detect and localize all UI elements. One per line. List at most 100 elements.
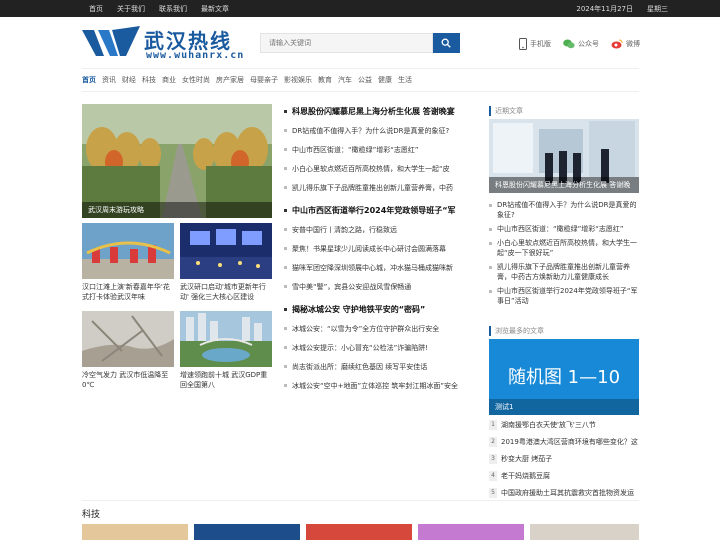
tile-caption-4[interactable]: 增速领跑前十城 武汉GDP重回全国第八 (180, 370, 272, 390)
site-logo[interactable]: 武汉热线 www.wuhanrx.cn (82, 26, 252, 64)
recent-item[interactable]: 中山市西区街道举行2024年党政领导班子“军事日”活动 (489, 286, 639, 306)
nav-item-parenting[interactable]: 母婴亲子 (250, 75, 278, 85)
recent-feature-caption: 科恩股份闪耀慕尼黑上海分析生化展 答谢晚 (489, 177, 639, 193)
science-thumb[interactable] (194, 524, 300, 540)
wechat-label: 公众号 (578, 40, 599, 48)
middle-item[interactable]: 冰城公安提示：小心冒充“公检法”诈骗陷阱! (284, 343, 480, 353)
middle-item[interactable]: 尚志街派出所：磨续红色基因 续写平安佳话 (284, 362, 480, 372)
rank-badge: 5 (489, 488, 497, 498)
big-feature-image[interactable]: 武汉周末游玩攻略 (82, 104, 272, 218)
recent-list: DR钻戒值不值得入手？为什么说DR是真爱的象征? 中山市西区街道：“橄榄绿”增彩… (489, 200, 639, 310)
mobile-label: 手机版 (530, 40, 551, 48)
middle-item[interactable]: 猫咪军团空降深圳领展中心城，冲水猫马桶成猫咪新 (284, 263, 480, 273)
tile-caption-1[interactable]: 汉口江滩上演'新春嘉年华'花式打卡体验武汉年味 (82, 282, 174, 302)
mobile-link[interactable]: 手机版 (519, 38, 551, 50)
science-thumb[interactable] (418, 524, 524, 540)
popular-item-label: 老干妈烧鹅豆腐 (501, 472, 550, 480)
science-section: 科技 (82, 500, 639, 520)
recent-item[interactable]: 小白心里软点燃近百所高校热情，和大学生一起“皮一下很好玩” (489, 238, 639, 258)
rank-badge: 3 (489, 454, 497, 464)
recent-item[interactable]: 中山市西区街道：“橄榄绿”增彩“志愿红” (489, 224, 639, 234)
top-links: 首页 关于我们 联系我们 最新文章 (89, 4, 229, 14)
nav-item-entertainment[interactable]: 影视娱乐 (284, 75, 312, 85)
nav-item-home-living[interactable]: 房产家居 (216, 75, 244, 85)
header-links: 手机版 公众号 微博 (519, 38, 640, 50)
weekday-text: 星期三 (647, 5, 668, 13)
top-date: 2024年11月27日 星期三 (576, 4, 668, 14)
weibo-icon (611, 39, 623, 49)
top-link-latest[interactable]: 最新文章 (201, 4, 229, 14)
nav-item-home[interactable]: 首页 (82, 75, 96, 85)
popular-item[interactable]: 2 2019粤港澳大湾区营商环境有哪些变化？这 (489, 437, 639, 447)
top-link-about[interactable]: 关于我们 (117, 4, 145, 14)
city-aerial-photo (180, 311, 272, 367)
rank-badge: 1 (489, 420, 497, 430)
frost-ground-photo (82, 311, 174, 367)
science-thumb[interactable] (82, 524, 188, 540)
middle-group-3: 揭秘冰城公安 守护地铁平安的“密码” 冰城公安：“以雪为令”全方位守护群众出行安… (284, 304, 480, 391)
nav-item-health[interactable]: 健康 (378, 75, 392, 85)
tile-image-1[interactable] (82, 223, 174, 279)
middle-item[interactable]: 凯儿得乐旗下子品牌胜童推出创新儿童营养膏，中药 (284, 183, 480, 193)
weibo-label: 微博 (626, 40, 640, 48)
rank-badge: 4 (489, 471, 497, 481)
weibo-link[interactable]: 微博 (611, 39, 640, 49)
nav-item-fashion[interactable]: 女性时尚 (182, 75, 210, 85)
popular-item-label: 秒变大厨 烤茄子 (501, 455, 553, 463)
popular-item[interactable]: 1 湖南援鄂白衣天使'放飞'三八节 (489, 420, 639, 430)
random-image[interactable]: 随机图 1—10 测试1 (489, 339, 639, 415)
wechat-link[interactable]: 公众号 (563, 39, 599, 49)
middle-item[interactable]: 雪中美“警”，宾县公安迎战风雪保畅通 (284, 282, 480, 292)
search-input[interactable] (260, 33, 433, 53)
nav-item-business[interactable]: 商业 (162, 75, 176, 85)
popular-list: 1 湖南援鄂白衣天使'放飞'三八节 2 2019粤港澳大湾区营商环境有哪些变化？这 … (489, 420, 639, 505)
middle-item[interactable]: DR钻戒值不值得入手？为什么说DR是真爱的象征? (284, 126, 480, 136)
middle-item[interactable]: 聚焦！书果星球少儿阅读成长中心研讨会圆满落幕 (284, 244, 480, 254)
search-box (260, 33, 460, 53)
science-section-title[interactable]: 科技 (82, 507, 100, 520)
middle-item[interactable]: 安普中国行丨清韵之路，行稳致远 (284, 225, 480, 235)
middle-headline-2[interactable]: 中山市西区街道举行2024年党政领导班子“军 (284, 205, 480, 216)
recent-item[interactable]: 凯儿得乐旗下子品牌胜童推出创新儿童营养膏，中药古方焕新助力儿童健康成长 (489, 262, 639, 282)
search-button[interactable] (433, 33, 460, 53)
middle-item[interactable]: 冰城公安“空中+地面”立体巡控 筑牢封江期冰面”安全 (284, 381, 480, 391)
science-thumb[interactable] (530, 524, 639, 540)
middle-headline-1[interactable]: 科恩股份闪耀慕尼黑上海分析生化展 答谢晚宴 (284, 106, 480, 117)
random-image-text: 随机图 1—10 (507, 367, 621, 388)
middle-item[interactable]: 冰城公安：“以雪为令”全方位守护群众出行安全 (284, 324, 480, 334)
middle-group-2: 中山市西区街道举行2024年党政领导班子“军 安普中国行丨清韵之路，行稳致远 聚… (284, 205, 480, 292)
tile-caption-2[interactable]: 武汉研口启动'城市更新年行动' 强化三大核心区建设 (180, 282, 272, 302)
rank-badge: 2 (489, 437, 497, 447)
middle-item[interactable]: 中山市西区街道：“橄榄绿”增彩“志愿红” (284, 145, 480, 155)
nav-item-news[interactable]: 资讯 (102, 75, 116, 85)
recent-item[interactable]: DR钻戒值不值得入手？为什么说DR是真爱的象征? (489, 200, 639, 220)
tile-image-4[interactable] (180, 311, 272, 367)
middle-headline-3[interactable]: 揭秘冰城公安 守护地铁平安的“密码” (284, 304, 480, 315)
nav-item-education[interactable]: 教育 (318, 75, 332, 85)
stage-event-photo (180, 223, 272, 279)
popular-item-label: 中国政府援助土耳其抗震救灾首批物资发运 (501, 489, 634, 497)
recent-section-title: 近期文章 (489, 106, 639, 116)
tile-image-3[interactable] (82, 311, 174, 367)
tile-image-2[interactable] (180, 223, 272, 279)
nav-item-life[interactable]: 生活 (398, 75, 412, 85)
nav-item-finance[interactable]: 财经 (122, 75, 136, 85)
search-icon (441, 38, 451, 48)
popular-item[interactable]: 3 秒变大厨 烤茄子 (489, 454, 639, 464)
popular-item[interactable]: 5 中国政府援助土耳其抗震救灾首批物资发运 (489, 488, 639, 498)
top-link-contact[interactable]: 联系我们 (159, 4, 187, 14)
science-thumb[interactable] (306, 524, 412, 540)
tile-caption-3[interactable]: 冷空气发力 武汉市低温降至0℃ (82, 370, 174, 390)
nav-item-charity[interactable]: 公益 (358, 75, 372, 85)
tree-road-photo (82, 104, 272, 218)
wechat-icon (563, 39, 575, 49)
middle-item[interactable]: 小白心里软点燃近百所高校热情，和大学生一起“皮 (284, 164, 480, 174)
popular-item[interactable]: 4 老干妈烧鹅豆腐 (489, 471, 639, 481)
nav-item-auto[interactable]: 汽车 (338, 75, 352, 85)
recent-feature-image[interactable]: 科恩股份闪耀慕尼黑上海分析生化展 答谢晚 (489, 119, 639, 193)
popular-section-title: 浏览最多的文章 (489, 326, 639, 336)
top-link-home[interactable]: 首页 (89, 4, 103, 14)
nav-item-tech[interactable]: 科技 (142, 75, 156, 85)
top-bar: 首页 关于我们 联系我们 最新文章 2024年11月27日 星期三 (0, 0, 720, 17)
festival-photo (82, 223, 174, 279)
